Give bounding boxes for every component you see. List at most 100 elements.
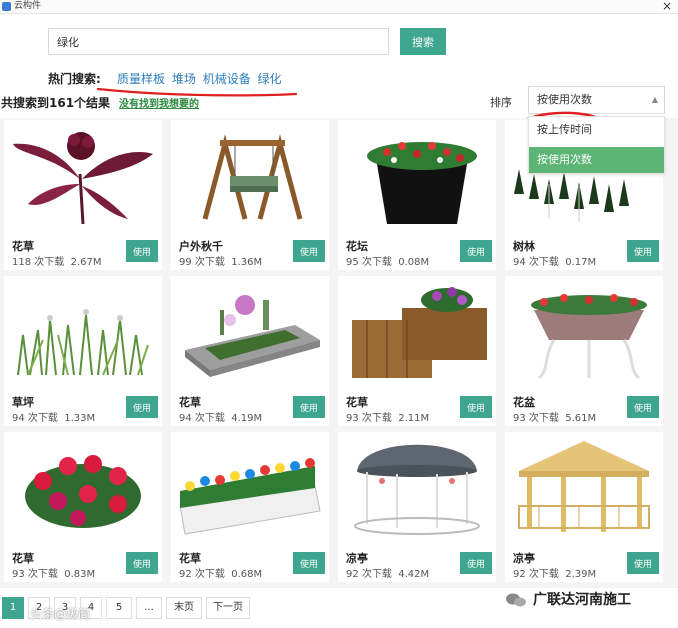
watermark-left: 头条@极简 [30, 607, 91, 621]
card-meta: 94 次下载 4.19M [179, 409, 262, 424]
card-downloads: 94 次下载 [12, 413, 58, 424]
card-size: 0.68M [231, 569, 263, 580]
card-downloads: 92 次下载 [513, 569, 559, 580]
card-downloads: 94 次下载 [513, 257, 559, 268]
component-card[interactable]: 花坛 95 次下载 0.08M 使用 [338, 120, 496, 270]
card-downloads: 95 次下载 [346, 257, 392, 268]
card-meta: 95 次下载 0.08M [346, 253, 429, 268]
use-button[interactable]: 使用 [460, 552, 492, 574]
component-card[interactable]: 花盆 93 次下载 5.61M 使用 [505, 276, 663, 426]
card-size: 4.42M [398, 569, 430, 580]
use-button[interactable]: 使用 [126, 396, 158, 418]
flower-box-icon [179, 458, 321, 535]
component-card[interactable]: 户外秋千 99 次下载 1.36M 使用 [171, 120, 329, 270]
sort-option-use-count[interactable]: 按使用次数 [529, 147, 664, 173]
use-button[interactable]: 使用 [627, 552, 659, 574]
hot-link-machinery[interactable]: 机械设备 [203, 72, 251, 86]
card-downloads: 92 次下载 [179, 569, 225, 580]
gazebo-dome-icon [354, 444, 480, 535]
card-name: 花草 [12, 240, 34, 253]
hot-search-label: 热门搜索: [48, 72, 101, 86]
card-downloads: 93 次下载 [12, 569, 58, 580]
sort-label: 排序 [490, 96, 512, 109]
not-found-link[interactable]: 没有找到我想要的 [119, 95, 199, 110]
window-titlebar: 云构件 × [0, 0, 678, 14]
component-card[interactable]: 花草 92 次下载 0.68M 使用 [171, 432, 329, 582]
card-meta: 92 次下载 4.42M [346, 565, 429, 580]
card-meta: 93 次下载 2.11M [346, 409, 429, 424]
component-card[interactable]: 花草 93 次下载 0.83M 使用 [4, 432, 162, 582]
card-meta: 94 次下载 1.33M [12, 409, 95, 424]
card-downloads: 118 次下载 [12, 257, 65, 268]
use-button[interactable]: 使用 [627, 240, 659, 262]
card-name: 花坛 [346, 240, 368, 253]
card-name: 树林 [513, 240, 535, 253]
card-meta: 92 次下载 2.39M [513, 565, 596, 580]
card-size: 4.19M [231, 413, 263, 424]
app-icon [2, 2, 11, 11]
use-button[interactable]: 使用 [293, 240, 325, 262]
use-button[interactable]: 使用 [627, 396, 659, 418]
card-meta: 92 次下载 0.68M [179, 565, 262, 580]
card-downloads: 94 次下载 [179, 413, 225, 424]
card-name: 花草 [12, 552, 34, 565]
wooden-planter-icon [352, 287, 487, 378]
search-button[interactable]: 搜索 [400, 28, 446, 55]
card-size: 2.39M [565, 569, 597, 580]
card-name: 凉亭 [513, 552, 535, 565]
use-button[interactable]: 使用 [460, 396, 492, 418]
window-title: 云构件 [14, 1, 42, 11]
component-card[interactable]: 花草 118 次下载 2.67M 使用 [4, 120, 162, 270]
page-last[interactable]: 末页 [166, 597, 202, 619]
garden-plot-icon [185, 295, 320, 377]
flower-pot-icon [531, 294, 647, 380]
hot-link-greening[interactable]: 绿化 [258, 72, 282, 86]
red-flowers-icon [25, 455, 141, 528]
component-card[interactable]: 花草 93 次下载 2.11M 使用 [338, 276, 496, 426]
watermark-right: 广联达河南施工 [505, 589, 631, 609]
card-downloads: 93 次下载 [346, 413, 392, 424]
caret-up-icon: ▲ [651, 95, 658, 104]
card-size: 2.11M [398, 413, 430, 424]
page-5[interactable]: 5 [106, 597, 132, 619]
search-input[interactable] [48, 28, 389, 55]
card-downloads: 92 次下载 [346, 569, 392, 580]
card-name: 花盆 [513, 396, 535, 409]
card-size: 0.17M [565, 257, 597, 268]
component-card[interactable]: 草坪 94 次下载 1.33M 使用 [4, 276, 162, 426]
component-card[interactable]: 凉亭 92 次下载 2.39M 使用 [505, 432, 663, 582]
result-count: 共搜索到161个结果 [1, 96, 111, 110]
card-name: 草坪 [12, 396, 34, 409]
sort-selected-value: 按使用次数 [537, 93, 592, 106]
page-1[interactable]: 1 [2, 597, 24, 619]
page-next[interactable]: 下一页 [206, 597, 250, 619]
component-card[interactable]: 凉亭 92 次下载 4.42M 使用 [338, 432, 496, 582]
swing-icon [202, 134, 303, 220]
close-icon[interactable]: × [662, 0, 672, 13]
hot-search-links: 质量样板 堆场 机械设备 绿化 [117, 70, 285, 87]
component-grid: 花草 118 次下载 2.67M 使用 户外秋千 99 次下载 1.36M 使用… [0, 118, 678, 588]
use-button[interactable]: 使用 [460, 240, 492, 262]
card-name: 花草 [179, 396, 201, 409]
page-ellipsis: ... [136, 597, 162, 619]
wechat-icon [506, 593, 526, 607]
component-card[interactable]: 花草 94 次下载 4.19M 使用 [171, 276, 329, 426]
card-downloads: 93 次下载 [513, 413, 559, 424]
watermark-right-text: 广联达河南施工 [533, 592, 631, 608]
use-button[interactable]: 使用 [126, 552, 158, 574]
use-button[interactable]: 使用 [126, 240, 158, 262]
card-meta: 118 次下载 2.67M [12, 253, 102, 268]
use-button[interactable]: 使用 [293, 552, 325, 574]
card-size: 2.67M [70, 257, 102, 268]
card-name: 凉亭 [346, 552, 368, 565]
gazebo-wood-icon [518, 441, 650, 532]
use-button[interactable]: 使用 [293, 396, 325, 418]
card-size: 5.61M [565, 413, 597, 424]
hot-link-storage-yard[interactable]: 堆场 [172, 72, 196, 86]
sort-option-upload-time[interactable]: 按上传时间 [529, 117, 664, 143]
card-name: 花草 [179, 552, 201, 565]
card-meta: 99 次下载 1.36M [179, 253, 262, 268]
card-meta: 94 次下载 0.17M [513, 253, 596, 268]
hot-link-quality-sample[interactable]: 质量样板 [117, 72, 165, 86]
flower-plant-icon [13, 132, 153, 224]
